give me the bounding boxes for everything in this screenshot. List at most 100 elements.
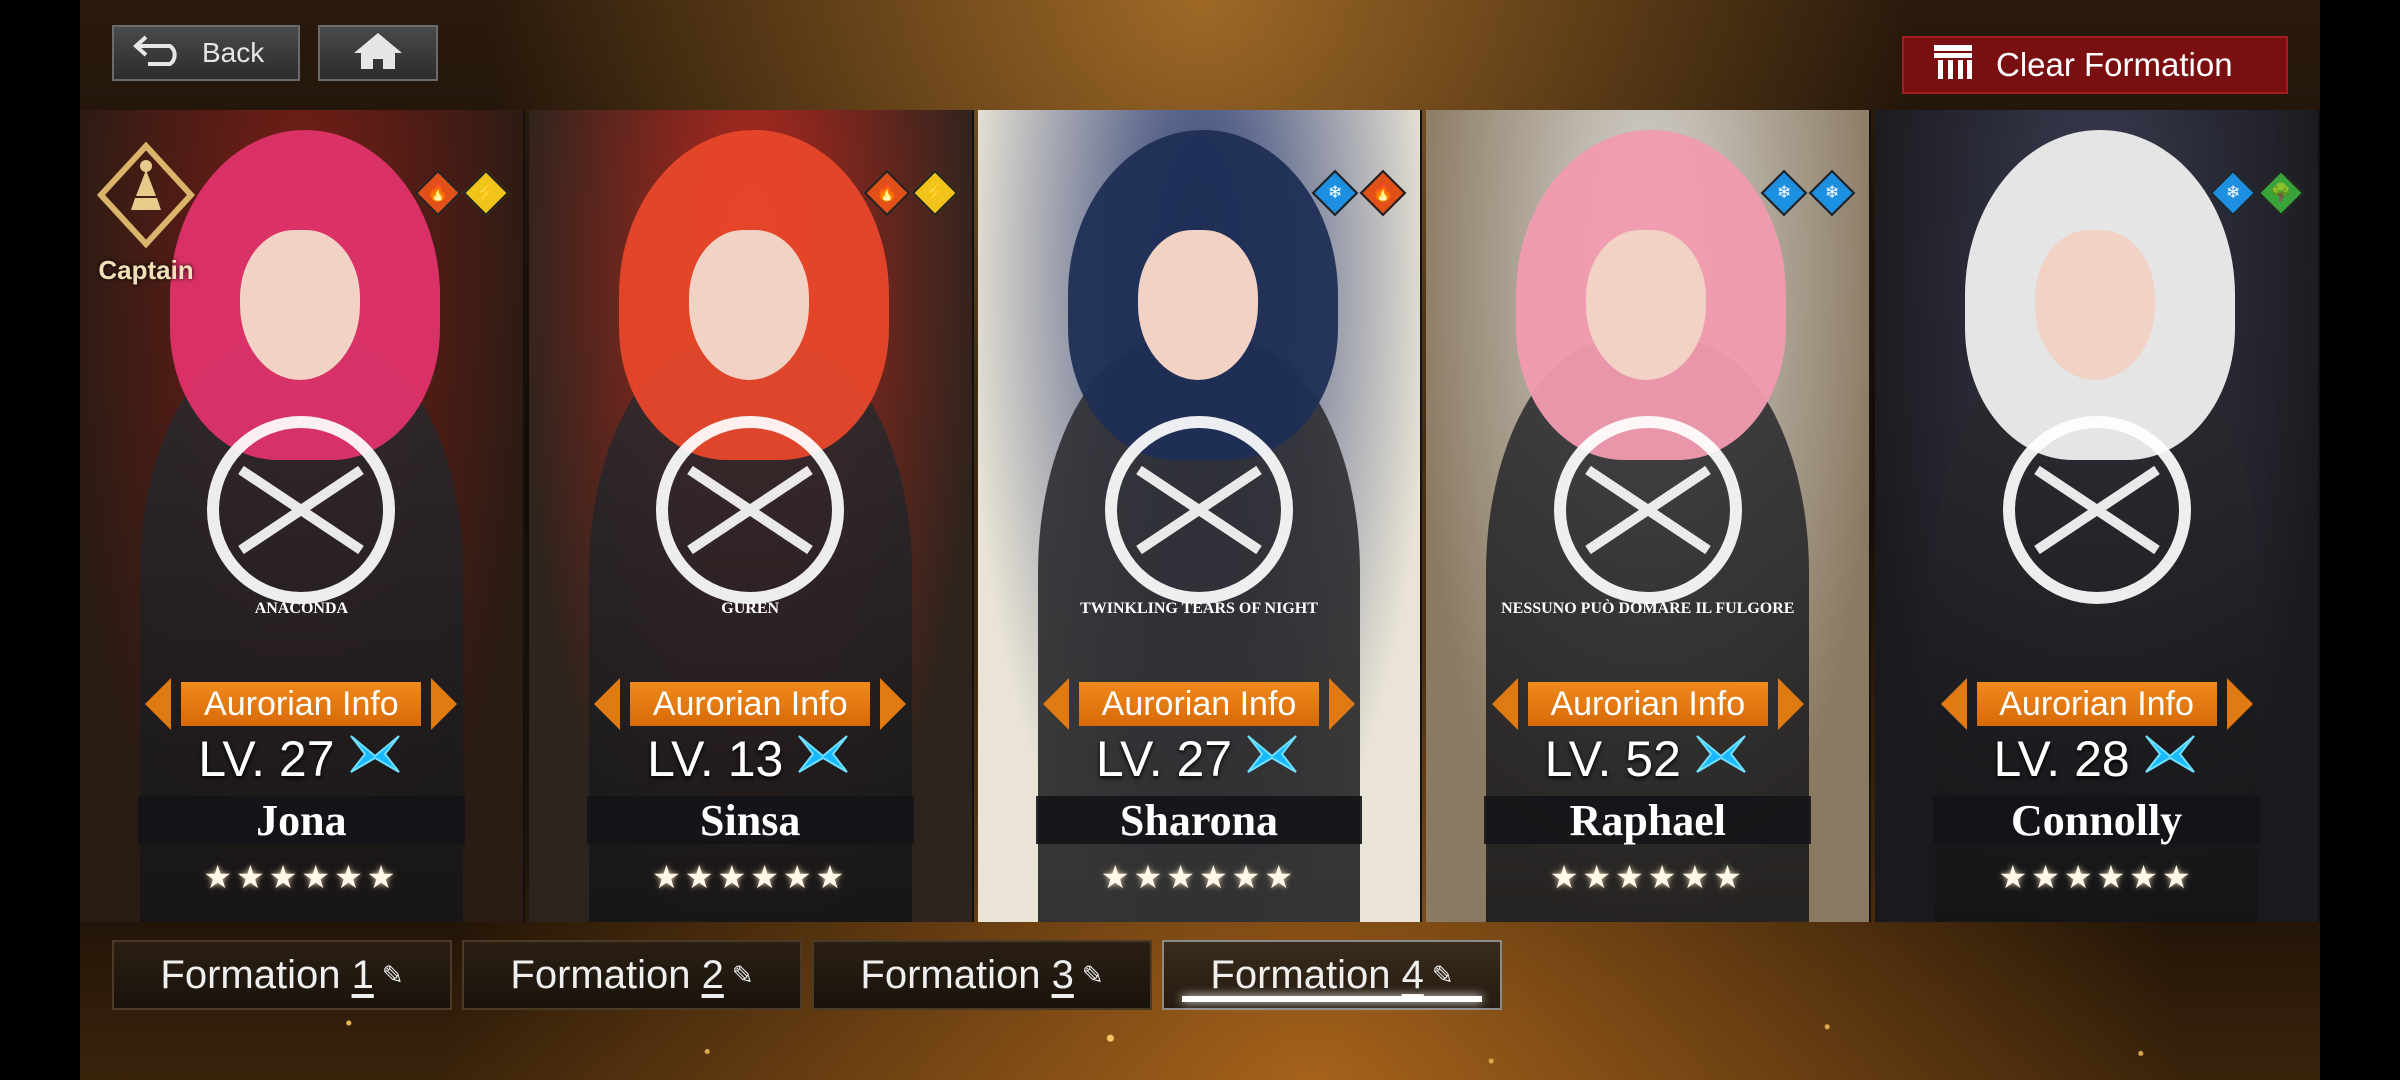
emblem-text: GUREN xyxy=(721,600,780,617)
chevron-right-icon xyxy=(2226,678,2253,730)
pencil-icon[interactable]: ✎ xyxy=(1432,960,1454,991)
tab-label: Formation 3 xyxy=(860,952,1074,997)
pencil-icon[interactable]: ✎ xyxy=(382,960,404,991)
rank-x-icon xyxy=(793,730,853,788)
aurorian-info-button[interactable]: Aurorian Info xyxy=(1039,678,1359,730)
fire-element-icon: 🔥 xyxy=(414,169,462,217)
level-text: LV. 27 xyxy=(198,731,335,787)
level-text: LV. 13 xyxy=(647,731,784,787)
clear-formation-button[interactable]: Clear Formation xyxy=(1902,36,2288,94)
star-rating: ★★★★★★ xyxy=(1100,859,1298,895)
formation-tabs: Formation 1 ✎ Formation 2 ✎ Formation 3 ✎ F… xyxy=(112,940,1502,1010)
thunder-element-icon: ⚡ xyxy=(911,169,959,217)
captain-label: Captain xyxy=(98,255,194,285)
aurorian-name: Sharona xyxy=(1035,796,1363,845)
element-icons: ❄ ❄ xyxy=(1760,169,1856,217)
element-icons: ❄ 🌳 xyxy=(2209,169,2305,217)
rank-x-icon xyxy=(1691,730,1751,788)
level-text: LV. 52 xyxy=(1544,731,1681,787)
aurorian-name: Connolly xyxy=(1933,796,2260,845)
ice-element-icon: ❄ xyxy=(2209,169,2257,217)
pencil-icon[interactable]: ✎ xyxy=(1082,960,1104,991)
captain-badge: Captain xyxy=(86,140,206,286)
thunder-element-icon: ⚡ xyxy=(462,169,510,217)
nature-element-icon: 🌳 xyxy=(2257,169,2305,217)
character-face xyxy=(688,230,809,380)
faction-emblem: NESSUNO PUÒ DOMARE IL FULGORE xyxy=(1498,410,1798,630)
faction-emblem: ANACONDA xyxy=(151,410,451,630)
back-button[interactable]: Back xyxy=(112,25,300,81)
level-display: LV. 27 xyxy=(80,730,523,788)
star-rating: ★★★★★★ xyxy=(652,859,849,895)
chevron-right-icon xyxy=(880,678,907,730)
aurorian-info-label: Aurorian Info xyxy=(204,684,399,723)
aurorian-card[interactable]: ANACONDA 🔥 ⚡ Captain Aurorian Info LV. 27 J… xyxy=(80,110,525,922)
tab-label: Formation 2 xyxy=(510,952,724,997)
chevron-left-icon xyxy=(594,678,621,730)
rank-x-icon xyxy=(1242,730,1302,788)
element-icons: 🔥 ⚡ xyxy=(414,169,510,217)
faction-emblem: TWINKLING TEARS OF NIGHT xyxy=(1049,410,1349,630)
rank-x-icon xyxy=(2140,730,2200,788)
level-display: LV. 28 xyxy=(1875,730,2318,788)
aurorian-info-label: Aurorian Info xyxy=(1101,684,1297,723)
faction-emblem xyxy=(1947,410,2247,630)
emblem-text: ANACONDA xyxy=(254,600,349,617)
aurorian-name: Jona xyxy=(138,796,465,845)
tab-formation-4[interactable]: Formation 4 ✎ xyxy=(1162,940,1502,1010)
element-icons: ❄ 🔥 xyxy=(1311,169,1407,217)
level-text: LV. 28 xyxy=(1993,731,2130,787)
ice-element-icon: ❄ xyxy=(1760,169,1808,217)
back-arrow-icon xyxy=(132,33,186,74)
clear-formation-label: Clear Formation xyxy=(1996,46,2233,83)
star-rating: ★★★★★★ xyxy=(1549,859,1746,895)
ice-element-icon: ❄ xyxy=(1311,169,1359,217)
level-text: LV. 27 xyxy=(1095,731,1233,787)
aurorian-card[interactable]: TWINKLING TEARS OF NIGHT ❄ 🔥 Aurorian Info… xyxy=(977,110,1423,922)
level-display: LV. 27 xyxy=(978,730,1421,788)
aurorian-info-button[interactable]: Aurorian Info xyxy=(1488,678,1808,730)
home-icon xyxy=(350,31,406,76)
star-rating: ★★★★★★ xyxy=(1998,859,2195,895)
back-label: Back xyxy=(202,37,265,68)
tab-label: Formation 4 xyxy=(1210,952,1424,997)
pencil-icon[interactable]: ✎ xyxy=(732,960,754,991)
character-face xyxy=(2035,230,2156,380)
tab-formation-2[interactable]: Formation 2 ✎ xyxy=(462,940,802,1010)
chevron-right-icon xyxy=(1328,678,1355,730)
chevron-left-icon xyxy=(1491,678,1518,730)
character-face xyxy=(1586,230,1707,380)
chevron-right-icon xyxy=(1777,678,1804,730)
level-display: LV. 52 xyxy=(1426,730,1869,788)
character-face xyxy=(240,230,360,380)
aurorian-info-button[interactable]: Aurorian Info xyxy=(1937,678,2257,730)
tab-formation-1[interactable]: Formation 1 ✎ xyxy=(112,940,452,1010)
captain-crown-icon xyxy=(91,141,201,254)
home-button[interactable] xyxy=(318,25,438,81)
star-rating: ★★★★★★ xyxy=(203,859,400,895)
emblem-text: TWINKLING TEARS OF NIGHT xyxy=(1080,600,1318,617)
aurorian-info-label: Aurorian Info xyxy=(1999,684,2194,723)
emblem-text: NESSUNO PUÒ DOMARE IL FULGORE xyxy=(1501,600,1795,617)
clear-formation-icon xyxy=(1932,41,1974,89)
fire-element-icon: 🔥 xyxy=(1359,169,1407,217)
chevron-right-icon xyxy=(431,678,458,730)
aurorian-info-button[interactable]: Aurorian Info xyxy=(590,678,910,730)
fire-element-icon: 🔥 xyxy=(863,169,911,217)
aurorian-info-label: Aurorian Info xyxy=(652,684,848,723)
chevron-left-icon xyxy=(1940,678,1967,730)
aurorian-card[interactable]: GUREN 🔥 ⚡ Aurorian Info LV. 13 Sinsa ★★★★★★ xyxy=(528,110,974,922)
tab-label: Formation 1 xyxy=(160,952,374,997)
tab-formation-3[interactable]: Formation 3 ✎ xyxy=(812,940,1152,1010)
chevron-left-icon xyxy=(145,678,172,730)
element-icons: 🔥 ⚡ xyxy=(863,169,959,217)
character-face xyxy=(1137,230,1258,380)
aurorian-info-button[interactable]: Aurorian Info xyxy=(141,678,461,730)
chevron-left-icon xyxy=(1042,678,1069,730)
level-display: LV. 13 xyxy=(529,730,972,788)
aurorian-card[interactable]: ❄ 🌳 Aurorian Info LV. 28 Connolly ★★★★★★ xyxy=(1875,110,2320,922)
aurorian-name: Sinsa xyxy=(586,796,914,845)
faction-emblem: GUREN xyxy=(600,410,900,630)
rank-x-icon xyxy=(345,730,405,788)
aurorian-card[interactable]: NESSUNO PUÒ DOMARE IL FULGORE ❄ ❄ Aurorian… xyxy=(1426,110,1872,922)
